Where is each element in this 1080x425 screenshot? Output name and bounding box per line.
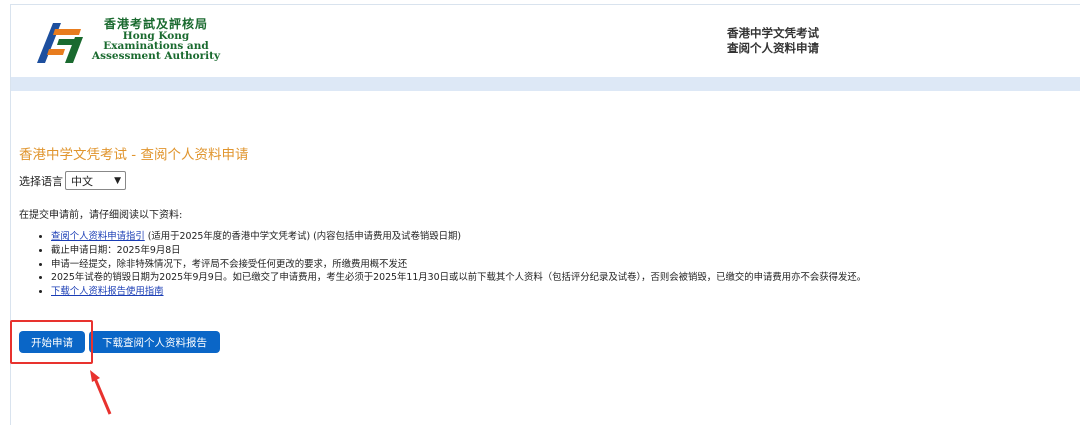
guide-link[interactable]: 查阅个人资料申请指引: [51, 231, 145, 242]
list-item-text: 2025年试卷的销毁日期为2025年9月9日。如已缴交了申请费用，考生必须于20…: [51, 272, 867, 284]
header-title: 香港中学文凭考试 查阅个人资料申请: [727, 26, 819, 56]
header-title-line1: 香港中学文凭考试: [727, 26, 819, 40]
language-label: 选择语言: [19, 174, 63, 188]
chevron-down-icon: ▼: [114, 175, 121, 186]
hkeaa-logo-icon: [37, 23, 83, 63]
language-selected: 中文: [71, 174, 93, 188]
language-select[interactable]: 中文 ▼: [65, 171, 126, 190]
list-item: 下载个人资料报告使用指南: [51, 285, 866, 299]
list-item: 查阅个人资料申请指引 (适用于2025年度的香港中学文凭考试) (内容包括申请费…: [51, 230, 866, 244]
header-title-line2: 查阅个人资料申请: [727, 41, 819, 55]
header-band: [11, 77, 1080, 91]
list-item: 截止申请日期：2025年9月8日: [51, 244, 866, 258]
highlight-box: [10, 320, 93, 364]
list-item-text: (适用于2025年度的香港中学文凭考试) (内容包括申请费用及试卷销毁日期): [144, 231, 462, 242]
intro-text: 在提交申请前，请仔细阅读以下资料:: [19, 210, 183, 221]
info-list: 查阅个人资料申请指引 (适用于2025年度的香港中学文凭考试) (内容包括申请费…: [36, 230, 866, 299]
page-title: 香港中学文凭考试 - 查阅个人资料申请: [19, 147, 249, 163]
site-header: 香港考試及評核局 Hong Kong Examinations and Asse…: [11, 5, 1080, 77]
logo-zh: 香港考試及評核局: [103, 17, 208, 31]
list-item: 申请一经提交，除非特殊情况下，考评局不会接受任何更改的要求，所缴费用概不发还: [51, 258, 866, 272]
hkeaa-logo-text: 香港考試及評核局 Hong Kong Examinations and Asse…: [91, 17, 221, 61]
language-row: 选择语言 中文 ▼: [19, 171, 126, 190]
download-report-button[interactable]: 下载查阅个人资料报告: [89, 331, 220, 353]
list-item: 2025年试卷的销毁日期为2025年9月9日。如已缴交了申请费用，考生必须于20…: [51, 271, 866, 285]
list-item-text: 申请一经提交，除非特殊情况下，考评局不会接受任何更改的要求，所缴费用概不发还: [51, 258, 408, 270]
logo-en-3: Assessment Authority: [91, 50, 221, 62]
download-guide-link[interactable]: 下载个人资料报告使用指南: [51, 286, 164, 297]
red-arrow-icon: [90, 370, 112, 415]
list-item-text: 截止申请日期：2025年9月8日: [51, 244, 181, 256]
